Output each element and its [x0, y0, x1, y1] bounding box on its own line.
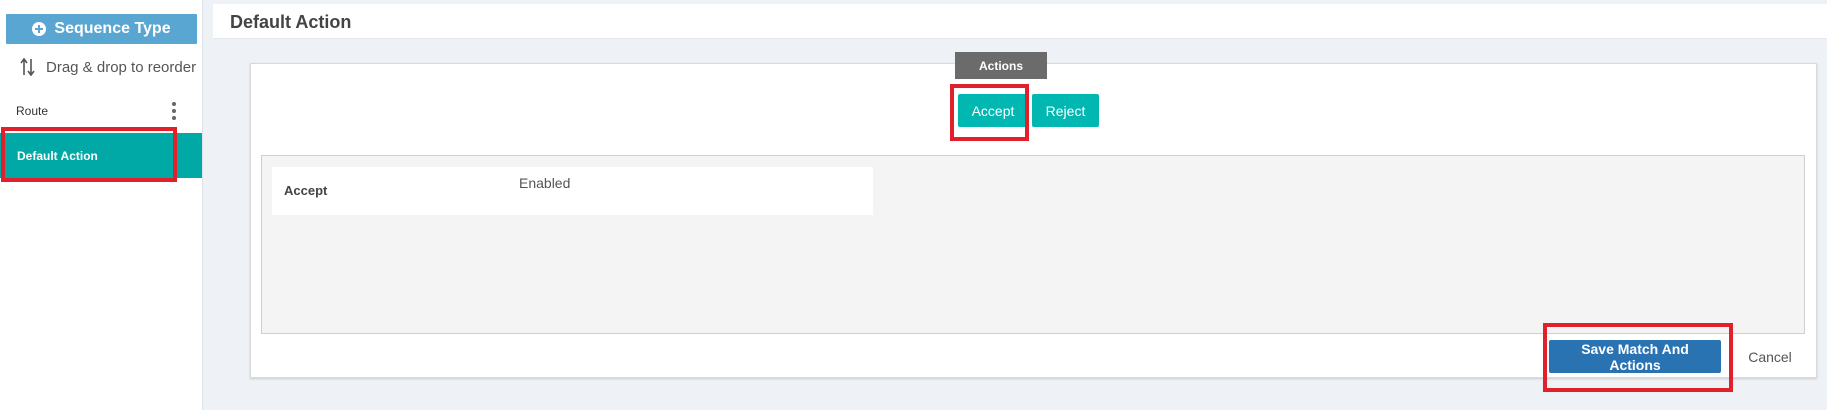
plus-circle-icon [32, 22, 47, 36]
row-value: Enabled [519, 175, 571, 191]
reorder-arrows-icon [20, 57, 35, 77]
table-row: Accept Enabled [272, 167, 873, 215]
sequence-type-label: Sequence Type [54, 20, 171, 37]
page-header: Default Action [213, 4, 1827, 39]
sidebar-item-label: Default Action [17, 148, 98, 163]
row-label: Accept [284, 183, 328, 198]
kebab-menu-icon[interactable] [172, 102, 176, 120]
cancel-button[interactable]: Cancel [1740, 340, 1800, 373]
reject-button[interactable]: Reject [1032, 94, 1099, 127]
sidebar-item-default-action[interactable]: Default Action [0, 133, 202, 178]
page-title: Default Action [230, 12, 352, 32]
actions-tab-label: Actions [955, 52, 1047, 79]
sidebar-item-route[interactable]: Route [0, 98, 186, 124]
sidebar: Sequence Type Drag & drop to reorder Rou… [0, 0, 203, 410]
drag-hint: Drag & drop to reorder [20, 56, 196, 78]
save-match-and-actions-button[interactable]: Save Match And Actions [1549, 340, 1721, 373]
sidebar-item-label: Route [16, 104, 49, 118]
sequence-type-button[interactable]: Sequence Type [6, 14, 197, 44]
accept-button[interactable]: Accept [958, 94, 1028, 127]
drag-hint-text: Drag & drop to reorder [46, 58, 197, 76]
